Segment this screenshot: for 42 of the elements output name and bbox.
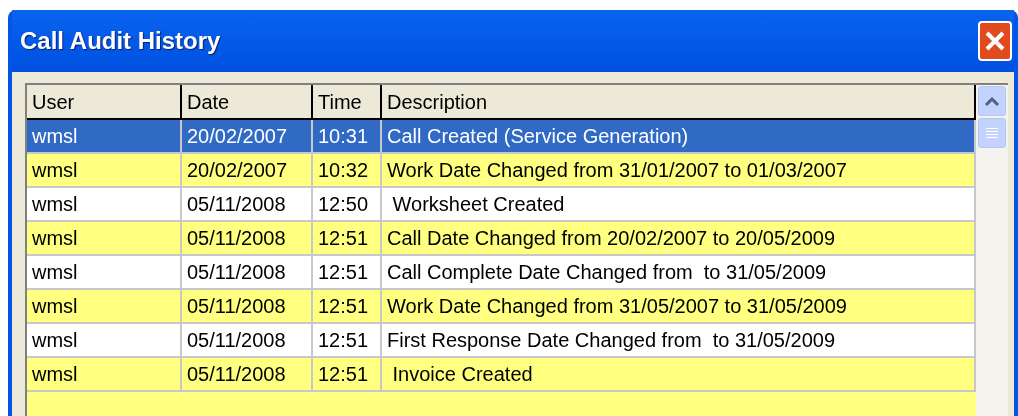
table-cell: wmsl	[27, 222, 182, 254]
table-cell: 20/02/2007	[182, 154, 313, 186]
table-cell: 05/11/2008	[182, 290, 313, 322]
scroll-up-button[interactable]	[978, 86, 1006, 116]
table-cell: 20/02/2007	[182, 120, 313, 152]
table-cell: 12:51	[313, 324, 382, 356]
table-cell: 12:51	[313, 222, 382, 254]
table-row[interactable]: wmsl 05/11/2008 12:51 Call Complete Date Changed from to 31/05/2009	[27, 256, 976, 290]
table-cell: wmsl	[27, 324, 182, 356]
table-row[interactable]: wmsl 20/02/2007 10:32 Work Date Changed from 31/01/2007 to 01/03/2007	[27, 154, 976, 188]
chevron-up-icon	[985, 96, 999, 106]
table-cell: 05/11/2008	[182, 222, 313, 254]
table-cell: 10:31	[313, 120, 382, 152]
table-row[interactable]: wmsl 05/11/2008 12:51 First Response Date Changed from to 31/05/2009	[27, 324, 976, 358]
table-cell: wmsl	[27, 188, 182, 220]
table-cell: 05/11/2008	[182, 324, 313, 356]
table-cell: 05/11/2008	[182, 358, 313, 390]
table-cell: 10:32	[313, 154, 382, 186]
column-header[interactable]: Time	[313, 85, 382, 118]
table-cell: 12:50	[313, 188, 382, 220]
table-row[interactable]: wmsl 05/11/2008 12:51 Call Date Changed from 20/02/2007 to 20/05/2009	[27, 222, 976, 256]
table-row[interactable]: wmsl 05/11/2008 12:50 Worksheet Created	[27, 188, 976, 222]
column-header[interactable]: User	[27, 85, 182, 118]
table-cell: 12:51	[313, 256, 382, 288]
table-row[interactable]: wmsl 20/02/2007 10:31 Call Created (Service Generation)	[27, 120, 976, 154]
table-cell: wmsl	[27, 290, 182, 322]
table-cell: wmsl	[27, 154, 182, 186]
close-icon	[984, 30, 1006, 52]
close-button[interactable]	[978, 21, 1012, 61]
table-cell: 12:51	[313, 358, 382, 390]
table-cell: 05/11/2008	[182, 188, 313, 220]
column-header[interactable]: Date	[182, 85, 313, 118]
scrollbar[interactable]	[976, 85, 1008, 416]
table-cell: 12:51	[313, 290, 382, 322]
scroll-thumb[interactable]	[978, 118, 1006, 148]
table-row[interactable]: wmsl 05/11/2008 12:51 Invoice Created	[27, 358, 976, 392]
window-title: Call Audit History	[20, 26, 221, 56]
table-cell: wmsl	[27, 256, 182, 288]
table-cell: 05/11/2008	[182, 256, 313, 288]
table-cell: wmsl	[27, 358, 182, 390]
table-cell: wmsl	[27, 120, 182, 152]
table-row[interactable]: wmsl 05/11/2008 12:51 Work Date Changed from 31/05/2007 to 31/05/2009	[27, 290, 976, 324]
